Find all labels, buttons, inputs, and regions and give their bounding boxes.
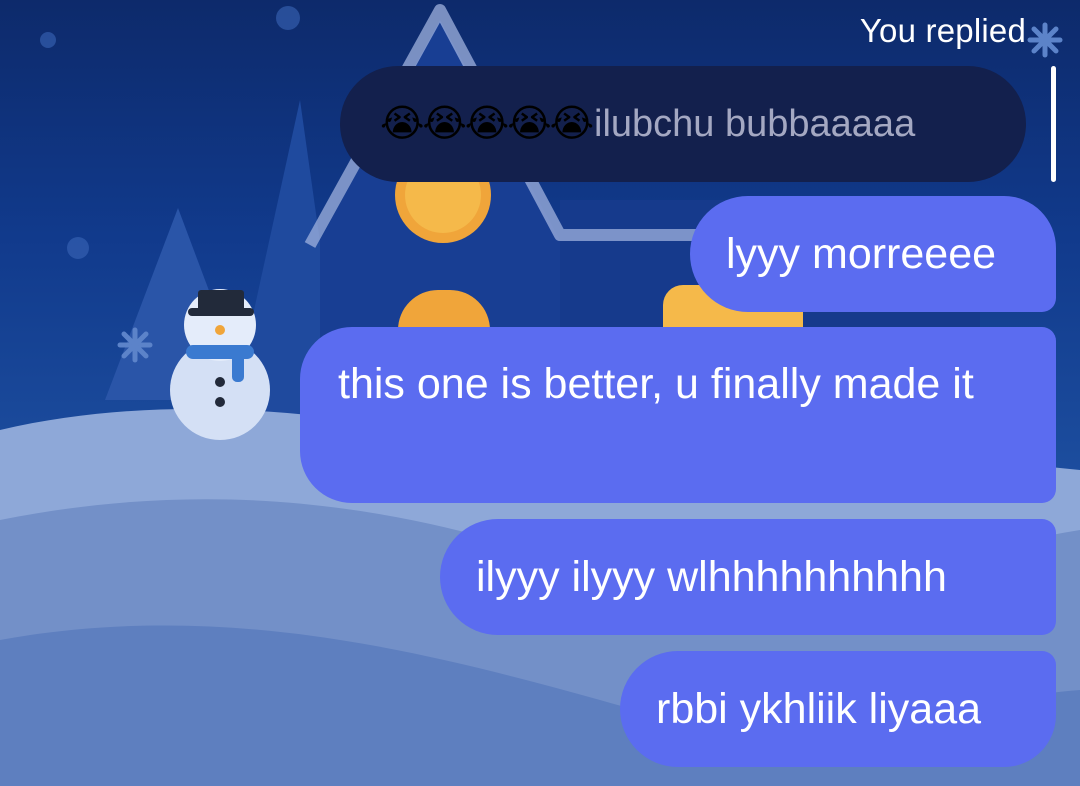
- quoted-message-text: ilubchu bubbaaaaa: [594, 102, 916, 145]
- reply-indicator-bar: [1051, 66, 1056, 182]
- message-text: rbbi ykhliik liyaaa: [656, 685, 982, 733]
- message-bubble[interactable]: rbbi ykhliik liyaaa: [620, 651, 1056, 767]
- message-text: ilyyy ilyyy wlhhhhhhhhhh: [476, 553, 947, 601]
- crying-emoji-icon: 😭😭😭😭😭: [380, 103, 594, 145]
- message-text: lyyy morreeee: [726, 230, 997, 278]
- message-text: this one is better, u finally made it: [338, 360, 974, 408]
- message-bubble[interactable]: ilyyy ilyyy wlhhhhhhhhhh: [440, 519, 1056, 635]
- message-bubble[interactable]: lyyy morreeee: [690, 196, 1056, 312]
- message-bubble[interactable]: this one is better, u finally made it: [300, 327, 1056, 503]
- quoted-message[interactable]: 😭😭😭😭😭 ilubchu bubbaaaaa: [340, 66, 1026, 182]
- reply-label: You replied: [859, 12, 1026, 49]
